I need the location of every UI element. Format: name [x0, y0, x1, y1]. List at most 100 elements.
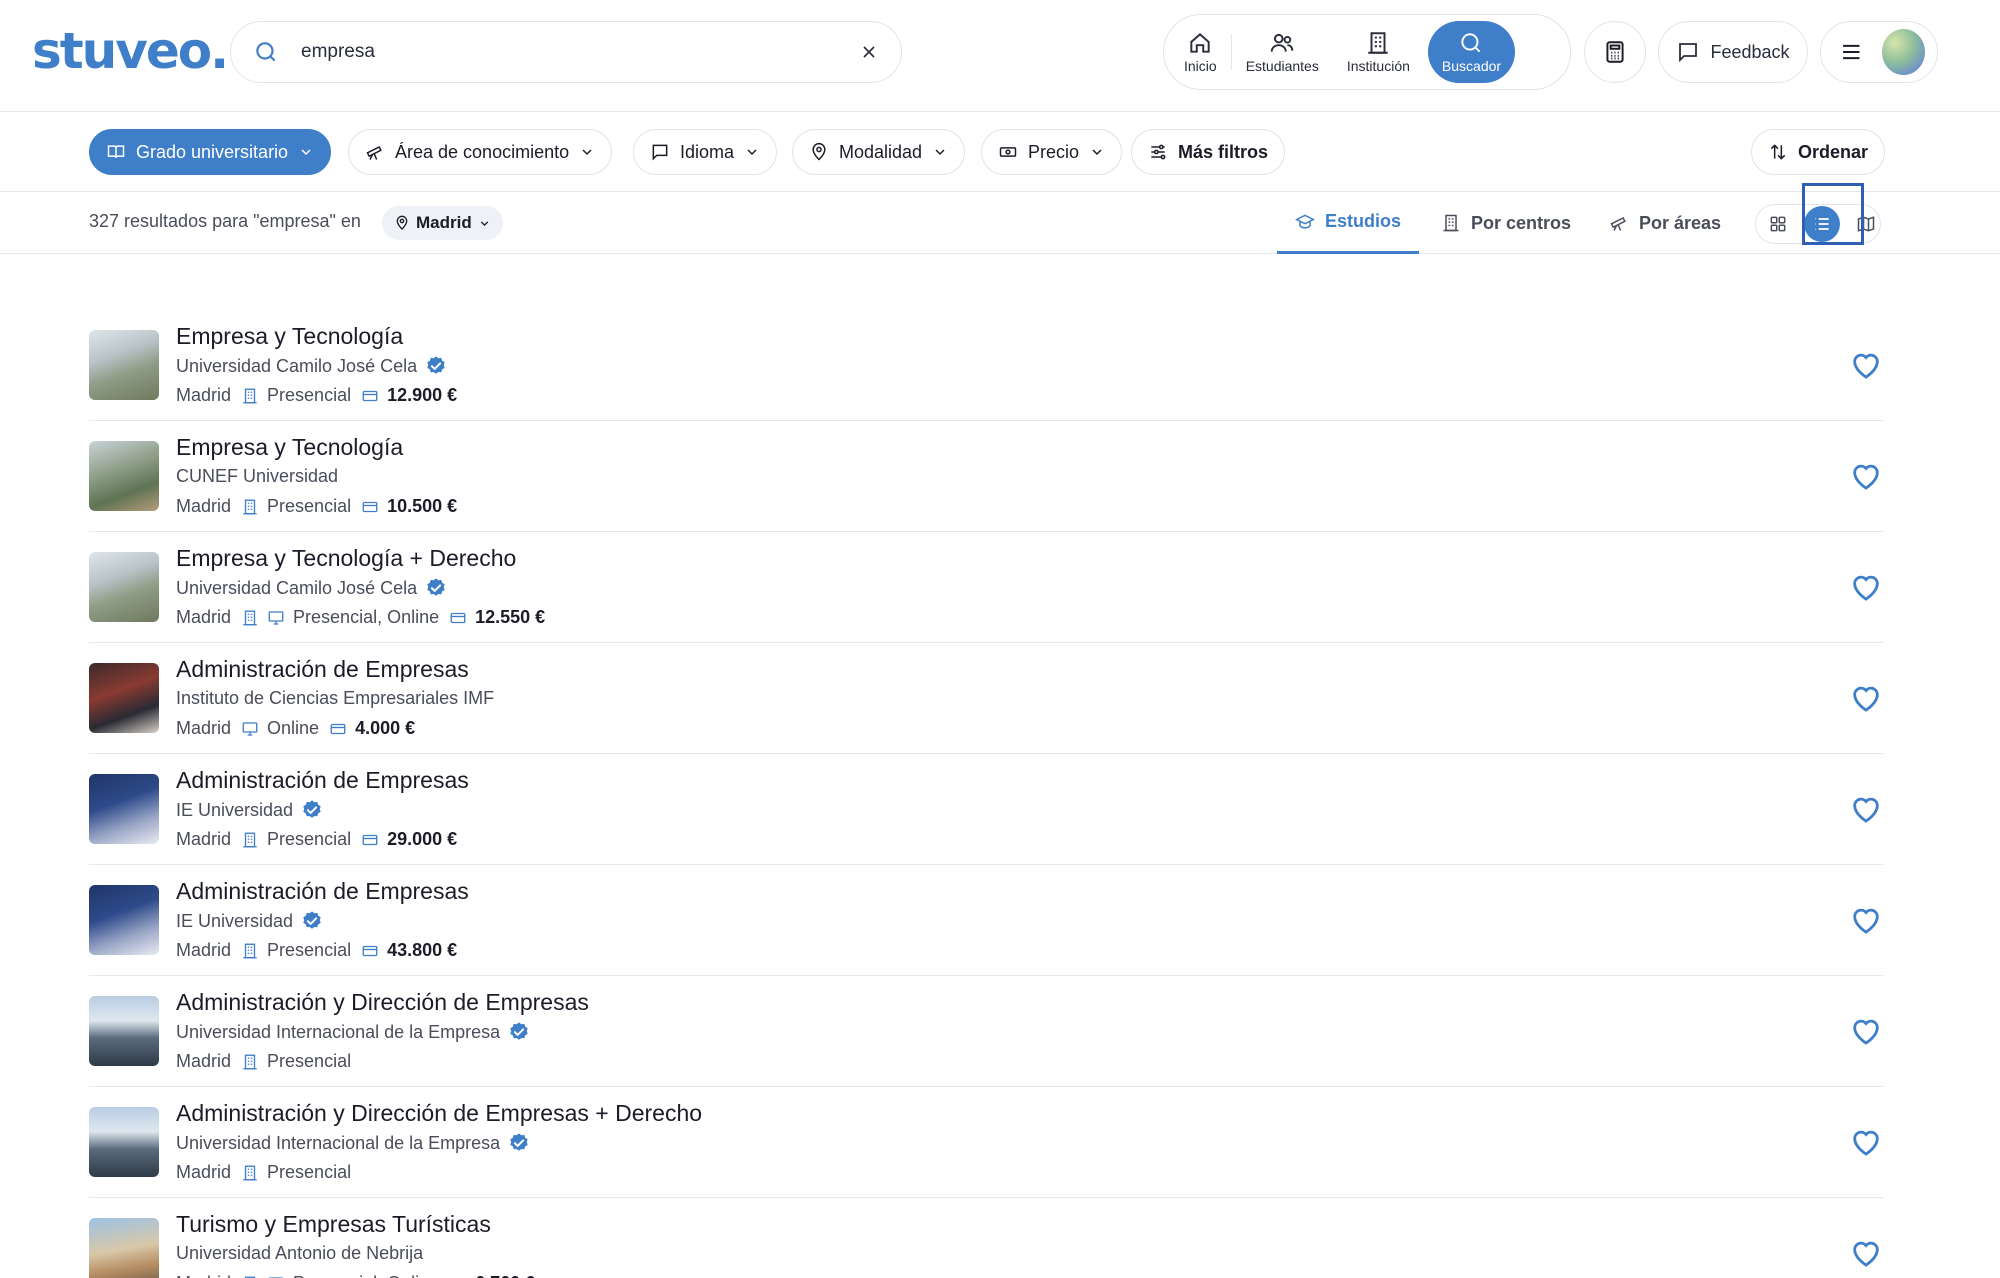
filter-idioma[interactable]: Idioma [633, 129, 778, 175]
institution-name[interactable]: Universidad Camilo José Cela [176, 578, 417, 599]
feedback-label: Feedback [1710, 41, 1790, 62]
search-input[interactable]: empresa [301, 41, 859, 63]
tab-estudios[interactable]: Estudios [1277, 192, 1419, 254]
grid-view-icon[interactable] [1768, 214, 1788, 234]
modality-label: Presencial [267, 940, 352, 960]
favorite-heart-icon[interactable] [1849, 1014, 1883, 1048]
filter-area[interactable]: Área de conocimiento [348, 129, 613, 175]
stuveo-logo[interactable]: stuveo. [32, 22, 229, 80]
calculator-button[interactable] [1584, 21, 1646, 83]
program-title[interactable]: Empresa y Tecnología + Derecho [176, 545, 516, 572]
filter-more[interactable]: Más filtros [1131, 129, 1286, 175]
institution-name[interactable]: CUNEF Universidad [176, 466, 338, 487]
price-label: 4.000 € [355, 718, 416, 738]
result-row[interactable]: Empresa y Tecnología CUNEF Universidad Mad… [89, 421, 1883, 532]
favorite-heart-icon[interactable] [1849, 459, 1883, 493]
favorite-heart-icon[interactable] [1849, 1125, 1883, 1159]
tab-por-centros[interactable]: Por centros [1441, 192, 1571, 254]
results-count: 327 resultados para "empresa" en [89, 211, 361, 231]
user-menu-button[interactable] [1820, 21, 1938, 83]
result-row[interactable]: Empresa y Tecnología Universidad Camilo J… [89, 310, 1883, 421]
credit-card-icon [330, 723, 346, 734]
favorite-heart-icon[interactable] [1849, 681, 1883, 715]
favorite-heart-icon[interactable] [1849, 903, 1883, 937]
program-thumbnail[interactable] [89, 441, 159, 511]
credit-card-icon [362, 390, 378, 401]
program-title[interactable]: Administración de Empresas [176, 878, 469, 905]
institution-name[interactable]: Universidad Internacional de la Empresa [176, 1133, 500, 1154]
search-bar[interactable]: empresa [230, 21, 902, 83]
sort-button[interactable]: Ordenar [1751, 129, 1886, 175]
program-thumbnail[interactable] [89, 552, 159, 622]
program-thumbnail[interactable] [89, 774, 159, 844]
list-view-button[interactable] [1804, 206, 1840, 242]
filter-modalidad-label: Modalidad [839, 141, 923, 162]
result-row[interactable]: Turismo y Empresas Turísticas Universidad… [89, 1198, 1883, 1278]
search-icon [1461, 33, 1481, 53]
program-meta: Madrid Presencial, Online 6.760 € [176, 1273, 535, 1278]
nav-institucion[interactable]: Institución [1333, 21, 1424, 83]
nav-estudiantes[interactable]: Estudiantes [1232, 21, 1333, 83]
program-meta: Madrid Online 4.000 € [176, 718, 415, 739]
program-title[interactable]: Empresa y Tecnología [176, 323, 403, 350]
chevron-down-icon [480, 220, 488, 226]
tab-por-areas[interactable]: Por áreas [1609, 192, 1721, 254]
institution-name[interactable]: Universidad Antonio de Nebrija [176, 1243, 423, 1264]
favorite-heart-icon[interactable] [1849, 570, 1883, 604]
location-selector[interactable]: Madrid [382, 206, 503, 240]
program-title[interactable]: Empresa y Tecnología [176, 434, 403, 461]
result-row[interactable]: Administración de Empresas Instituto de C… [89, 643, 1883, 754]
favorite-heart-icon[interactable] [1849, 792, 1883, 826]
top-header: stuveo. empresa Inicio Estudiantes Insti… [0, 0, 2000, 112]
program-meta: Madrid Presencial 29.000 € [176, 829, 457, 850]
result-row[interactable]: Administración de Empresas IE Universidad… [89, 754, 1883, 865]
verified-badge-icon [303, 911, 321, 929]
map-pin-icon [396, 215, 408, 230]
program-thumbnail[interactable] [89, 663, 159, 733]
program-city: Madrid [176, 385, 232, 405]
avatar[interactable] [1881, 29, 1925, 75]
chevron-down-icon [582, 149, 592, 156]
program-title[interactable]: Administración y Dirección de Empresas +… [176, 1100, 702, 1127]
result-row[interactable]: Administración y Dirección de Empresas Un… [89, 976, 1883, 1087]
program-title[interactable]: Administración y Dirección de Empresas [176, 989, 589, 1016]
price-label: 10.500 € [387, 496, 458, 516]
institution-name[interactable]: Universidad Camilo José Cela [176, 356, 417, 377]
filter-grado[interactable]: Grado universitario [89, 129, 332, 175]
program-thumbnail[interactable] [89, 996, 159, 1066]
favorite-heart-icon[interactable] [1849, 348, 1883, 382]
credit-card-icon [362, 501, 378, 512]
nav-buscador[interactable]: Buscador [1427, 21, 1516, 83]
feedback-button[interactable]: Feedback [1658, 21, 1808, 83]
program-title[interactable]: Administración de Empresas [176, 767, 469, 794]
program-meta: Madrid Presencial 10.500 € [176, 496, 457, 517]
favorite-heart-icon[interactable] [1849, 1236, 1883, 1270]
program-thumbnail[interactable] [89, 1107, 159, 1177]
program-thumbnail[interactable] [89, 885, 159, 955]
program-thumbnail[interactable] [89, 330, 159, 400]
verified-badge-icon [427, 356, 445, 374]
program-thumbnail[interactable] [89, 1218, 159, 1278]
result-row[interactable]: Empresa y Tecnología + Derecho Universida… [89, 532, 1883, 643]
clear-search-icon[interactable] [859, 42, 879, 62]
filter-modalidad[interactable]: Modalidad [792, 129, 966, 175]
result-row[interactable]: Administración de Empresas IE Universidad… [89, 865, 1883, 976]
credit-card-icon [362, 945, 378, 956]
building-icon [243, 1054, 257, 1069]
program-title[interactable]: Administración de Empresas [176, 656, 469, 683]
price-label: 12.550 € [475, 607, 546, 627]
building-icon [243, 610, 257, 625]
institution-name[interactable]: Universidad Internacional de la Empresa [176, 1022, 500, 1043]
institution-name[interactable]: Instituto de Ciencias Empresariales IMF [176, 688, 494, 709]
map-view-icon[interactable] [1856, 214, 1876, 234]
nav-inicio[interactable]: Inicio [1170, 21, 1231, 83]
program-institution: Instituto de Ciencias Empresariales IMF [176, 688, 494, 709]
chevron-down-icon [301, 149, 311, 156]
institution-name[interactable]: IE Universidad [176, 800, 293, 821]
main-nav: Inicio Estudiantes Institución Buscador [1163, 14, 1571, 90]
institution-name[interactable]: IE Universidad [176, 911, 293, 932]
filter-precio[interactable]: Precio [981, 129, 1123, 175]
telescope-icon [366, 145, 382, 160]
program-title[interactable]: Turismo y Empresas Turísticas [176, 1211, 491, 1238]
result-row[interactable]: Administración y Dirección de Empresas +… [89, 1087, 1883, 1198]
